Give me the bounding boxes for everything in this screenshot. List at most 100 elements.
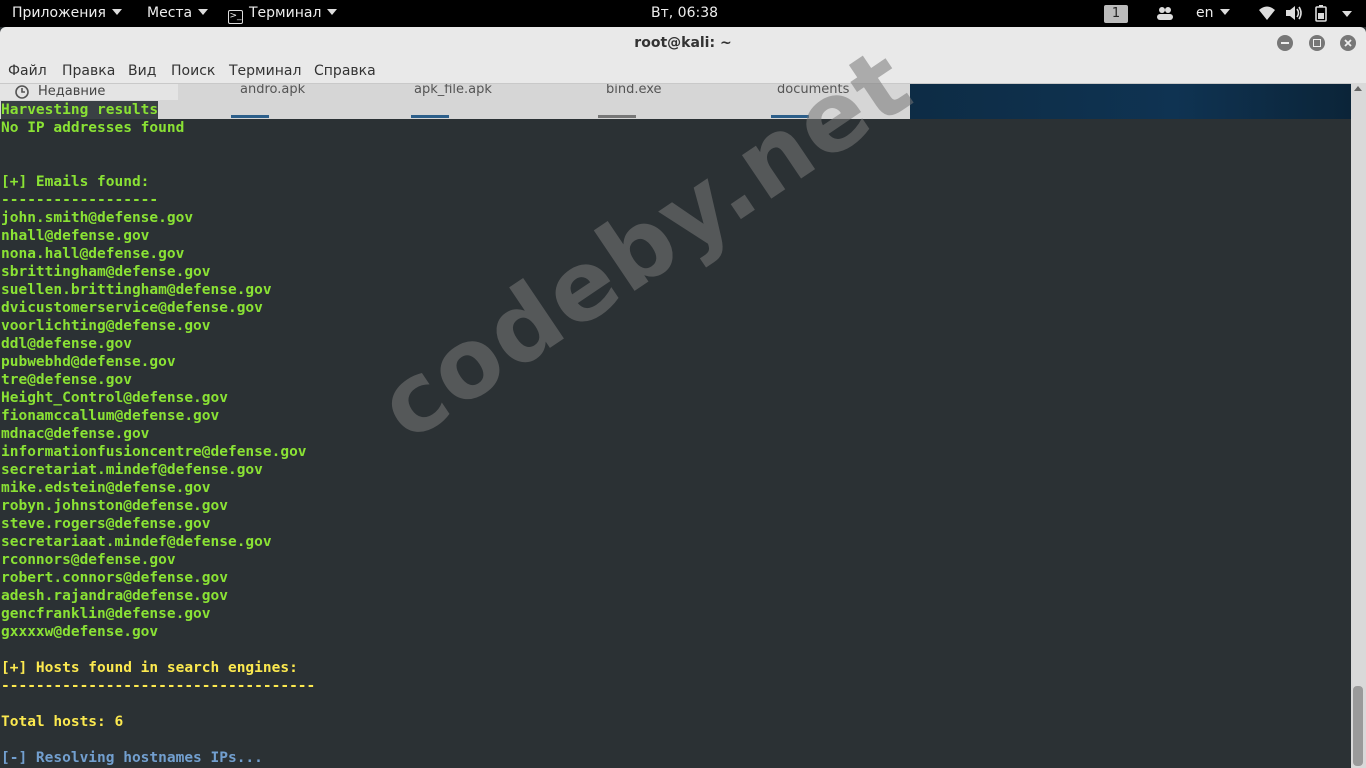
menu-terminal[interactable]: Терминал <box>229 59 301 83</box>
terminal-line-text: voorlichting@defense.gov <box>1 318 211 334</box>
menu-help[interactable]: Справка <box>314 59 376 83</box>
terminal-line-text: adesh.rajandra@defense.gov <box>1 588 228 604</box>
places-label: Места <box>147 5 193 21</box>
background-file: andro.apk <box>240 84 306 97</box>
terminal-line-text: sbrittingham@defense.gov <box>1 264 211 280</box>
terminal-line-text: [+] Hosts found in search engines: <box>1 660 298 676</box>
terminal-line: tre@defense.gov <box>1 371 1349 389</box>
terminal-line-text: secretariat.mindef@defense.gov <box>1 462 263 478</box>
chevron-down-icon <box>111 9 122 15</box>
terminal-line: No IP addresses found <box>1 119 1349 137</box>
clock-icon <box>15 85 29 99</box>
minimize-button[interactable] <box>1277 35 1293 51</box>
terminal-line: secretariat.mindef@defense.gov <box>1 461 1349 479</box>
terminal-line: ------------------------------------ <box>1 677 1349 695</box>
terminal-line: robert.connors@defense.gov <box>1 569 1349 587</box>
language-switcher[interactable]: en <box>1196 0 1230 27</box>
scroll-up-arrow-icon[interactable] <box>1354 86 1362 91</box>
close-button[interactable] <box>1340 35 1356 51</box>
window-title: root@kali: ~ <box>634 35 732 51</box>
workspace-indicator[interactable]: 1 <box>1104 0 1128 27</box>
terminal-line-text: robert.connors@defense.gov <box>1 570 228 586</box>
terminal-line: steve.rogers@defense.gov <box>1 515 1349 533</box>
background-file: documents <box>777 84 850 97</box>
terminal-line: mdnac@defense.gov <box>1 425 1349 443</box>
menu-bar: Файл Правка Вид Поиск Терминал Справка <box>0 59 1366 84</box>
terminal-line-text: fionamccallum@defense.gov <box>1 408 220 424</box>
battery-icon[interactable] <box>1313 5 1329 22</box>
chevron-down-icon <box>198 9 209 15</box>
applications-label: Приложения <box>12 5 106 21</box>
terminal-line: mike.edstein@defense.gov <box>1 479 1349 497</box>
terminal-line-text: rconnors@defense.gov <box>1 552 176 568</box>
terminal-line: fionamccallum@defense.gov <box>1 407 1349 425</box>
chevron-down-icon <box>1219 9 1230 15</box>
terminal-line-text: gencfranklin@defense.gov <box>1 606 211 622</box>
terminal-app-menu[interactable]: >_ Терминал <box>228 0 338 27</box>
scrollbar-thumb[interactable] <box>1353 686 1363 766</box>
maximize-icon <box>1313 39 1321 47</box>
terminal-line-text: gxxxxw@defense.gov <box>1 624 159 640</box>
terminal-line-text: Harvesting results <box>1 101 159 119</box>
terminal-line-text: [-] Resolving hostnames IPs... <box>1 750 263 766</box>
terminal-line: Height_Control@defense.gov <box>1 389 1349 407</box>
language-label: en <box>1196 5 1214 21</box>
terminal-line: nona.hall@defense.gov <box>1 245 1349 263</box>
terminal-line: Harvesting results <box>1 101 1349 119</box>
workspace-number: 1 <box>1104 5 1128 23</box>
places-menu[interactable]: Места <box>147 0 209 27</box>
terminal-line: pubwebhd@defense.gov <box>1 353 1349 371</box>
applications-menu[interactable]: Приложения <box>12 0 122 27</box>
wifi-icon[interactable] <box>1258 5 1276 21</box>
terminal-line: [+] Emails found: <box>1 173 1349 191</box>
system-menu-arrow-icon[interactable] <box>1342 11 1352 17</box>
terminal-line: john.smith@defense.gov <box>1 209 1349 227</box>
recent-label: Недавние <box>38 84 106 99</box>
close-icon <box>1344 39 1352 47</box>
menu-view[interactable]: Вид <box>128 59 156 83</box>
terminal-line: informationfusioncentre@defense.gov <box>1 443 1349 461</box>
terminal-line: nhall@defense.gov <box>1 227 1349 245</box>
terminal-line-text: nhall@defense.gov <box>1 228 150 244</box>
maximize-button[interactable] <box>1309 35 1325 51</box>
terminal-line: Total hosts: 6 <box>1 713 1349 731</box>
terminal-line-text: ------------------------------------ <box>1 678 316 694</box>
terminal-line-text: tre@defense.gov <box>1 372 132 388</box>
window-titlebar[interactable]: root@kali: ~ <box>0 27 1366 59</box>
terminal-line: ddl@defense.gov <box>1 335 1349 353</box>
terminal-line: suellen.brittingham@defense.gov <box>1 281 1349 299</box>
terminal-line-text: robyn.johnston@defense.gov <box>1 498 228 514</box>
menu-edit[interactable]: Правка <box>62 59 115 83</box>
terminal-line-text: nona.hall@defense.gov <box>1 246 185 262</box>
terminal-line-text: [+] Emails found: <box>1 174 150 190</box>
background-file: bind.exe <box>606 84 662 97</box>
chevron-down-icon <box>327 9 338 15</box>
terminal-line: ------------------ <box>1 191 1349 209</box>
terminal-line: dvicustomerservice@defense.gov <box>1 299 1349 317</box>
menu-file[interactable]: Файл <box>8 59 47 83</box>
volume-icon[interactable] <box>1285 5 1303 21</box>
clock[interactable]: Вт, 06:38 <box>651 0 718 27</box>
terminal-app-label: Терминал <box>249 5 322 21</box>
terminal-line-text: ------------------ <box>1 192 159 208</box>
terminal-line: adesh.rajandra@defense.gov <box>1 587 1349 605</box>
terminal-line-text: pubwebhd@defense.gov <box>1 354 176 370</box>
top-bar: Приложения Места >_ Терминал Вт, 06:38 1 … <box>0 0 1366 27</box>
terminal-output[interactable]: Harvesting results No IP addresses found [… <box>1 101 1349 768</box>
terminal-line-text: dvicustomerservice@defense.gov <box>1 300 263 316</box>
users-icon[interactable] <box>1156 5 1174 21</box>
terminal-line-text: ddl@defense.gov <box>1 336 132 352</box>
terminal-line: rconnors@defense.gov <box>1 551 1349 569</box>
terminal-line: voorlichting@defense.gov <box>1 317 1349 335</box>
terminal-line: gxxxxw@defense.gov <box>1 623 1349 641</box>
terminal-line-text: Total hosts: 6 <box>1 714 124 730</box>
terminal-icon: >_ <box>228 10 243 24</box>
terminal-line-text: secretariaat.mindef@defense.gov <box>1 534 272 550</box>
scrollbar[interactable] <box>1351 83 1366 768</box>
menu-search[interactable]: Поиск <box>171 59 215 83</box>
terminal-line-text: No IP addresses found <box>1 120 185 136</box>
